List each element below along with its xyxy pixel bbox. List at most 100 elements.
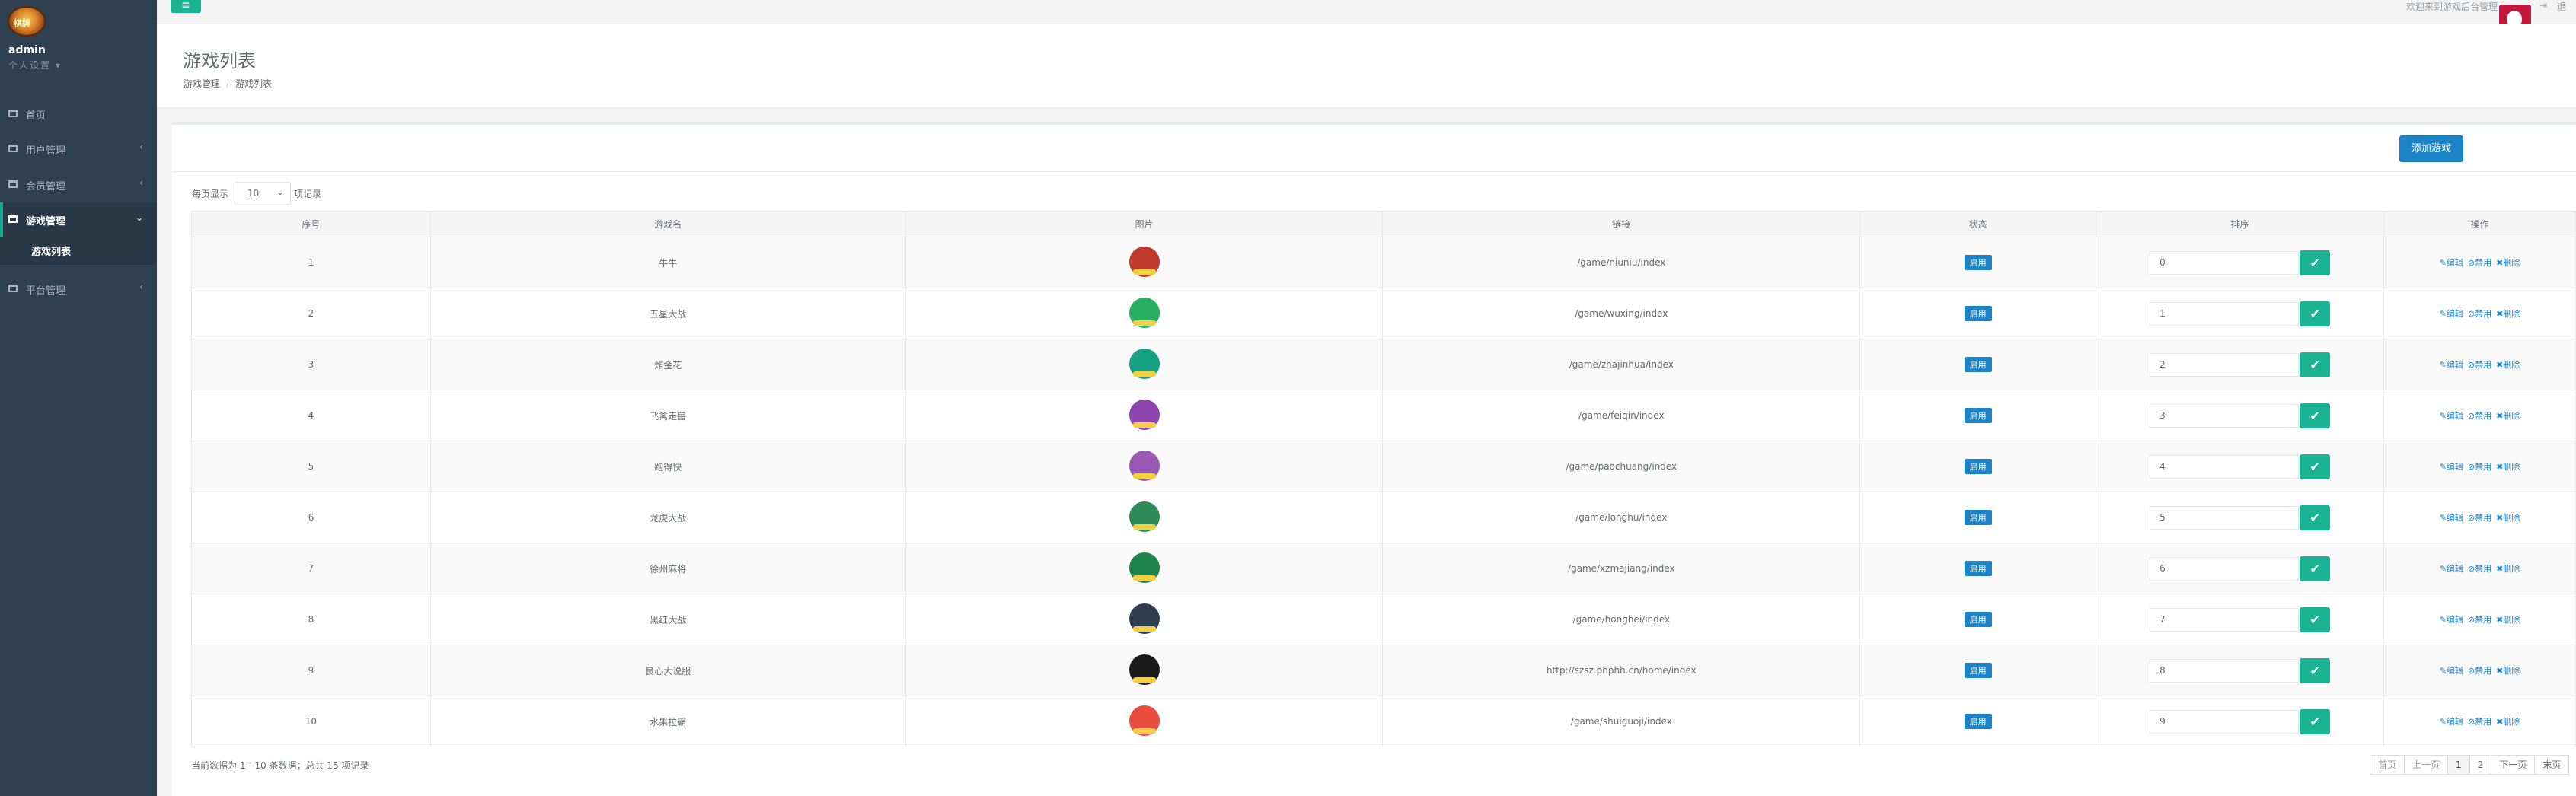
game-thumbnail bbox=[1128, 246, 1160, 277]
pagination-last[interactable]: 末页 bbox=[2534, 755, 2570, 775]
edit-link[interactable]: ✎编辑 bbox=[2440, 513, 2463, 523]
edit-link[interactable]: ✎编辑 bbox=[2440, 462, 2463, 472]
add-game-button[interactable]: 添加游戏 bbox=[2399, 135, 2463, 162]
status-badge[interactable]: 启用 bbox=[1964, 612, 1992, 627]
app-logo[interactable]: 棋牌 bbox=[8, 6, 46, 37]
delete-link[interactable]: ✖删除 bbox=[2496, 615, 2520, 625]
breadcrumb-item[interactable]: 游戏管理 bbox=[184, 78, 220, 89]
pagination-next[interactable]: 下一页 bbox=[2491, 755, 2536, 775]
confirm-sort-button[interactable]: ✔ bbox=[2300, 657, 2331, 683]
status-badge[interactable]: 启用 bbox=[1964, 357, 1992, 372]
confirm-sort-button[interactable]: ✔ bbox=[2300, 454, 2331, 479]
menu-toggle-button[interactable]: ≡ bbox=[171, 0, 201, 13]
logout-link[interactable]: 退 bbox=[2557, 0, 2566, 13]
delete-link[interactable]: ✖删除 bbox=[2496, 666, 2520, 676]
confirm-sort-button[interactable]: ✔ bbox=[2300, 708, 2331, 734]
status-badge[interactable]: 启用 bbox=[1964, 255, 1992, 270]
column-header-status[interactable]: 状态 bbox=[1859, 211, 2097, 237]
sidebar-item-games[interactable]: 游戏管理 ⌄ bbox=[0, 202, 157, 237]
disable-link[interactable]: ⊘禁用 bbox=[2468, 462, 2491, 472]
column-header-image[interactable]: 图片 bbox=[905, 211, 1384, 237]
sidebar-item-users[interactable]: 用户管理 ‹ bbox=[0, 132, 157, 167]
delete-link[interactable]: ✖删除 bbox=[2496, 360, 2520, 370]
status-badge[interactable]: 启用 bbox=[1964, 561, 1992, 576]
status-badge[interactable]: 启用 bbox=[1964, 663, 1992, 678]
edit-link[interactable]: ✎编辑 bbox=[2440, 717, 2463, 727]
cell-id: 2 bbox=[191, 288, 431, 339]
delete-link[interactable]: ✖删除 bbox=[2496, 462, 2520, 472]
cell-status: 启用 bbox=[1859, 492, 2097, 543]
pagination-page[interactable]: 1 bbox=[2447, 755, 2470, 775]
delete-link[interactable]: ✖删除 bbox=[2496, 309, 2520, 319]
sidebar-subitem-game-list[interactable]: 游戏列表 bbox=[0, 237, 157, 265]
cell-status: 启用 bbox=[1859, 390, 2097, 441]
confirm-sort-button[interactable]: ✔ bbox=[2300, 301, 2331, 326]
disable-link[interactable]: ⊘禁用 bbox=[2468, 360, 2491, 370]
delete-link[interactable]: ✖删除 bbox=[2496, 564, 2520, 574]
sort-input[interactable] bbox=[2150, 352, 2300, 377]
game-thumbnail bbox=[1128, 399, 1160, 430]
column-header-id[interactable]: 序号 bbox=[191, 211, 431, 237]
status-badge[interactable]: 启用 bbox=[1964, 408, 1992, 423]
delete-link[interactable]: ✖删除 bbox=[2496, 258, 2520, 268]
divider bbox=[172, 171, 2576, 172]
disable-link[interactable]: ⊘禁用 bbox=[2468, 717, 2491, 727]
status-badge[interactable]: 启用 bbox=[1964, 306, 1992, 321]
pagination-prev[interactable]: 上一页 bbox=[2404, 755, 2449, 775]
confirm-sort-button[interactable]: ✔ bbox=[2300, 352, 2331, 377]
disable-link[interactable]: ⊘禁用 bbox=[2468, 564, 2491, 574]
cell-link: /game/xzmajiang/index bbox=[1382, 543, 1861, 594]
sidebar-item-members[interactable]: 会员管理 ‹ bbox=[0, 167, 157, 202]
confirm-sort-button[interactable]: ✔ bbox=[2300, 403, 2331, 428]
sort-input[interactable] bbox=[2150, 505, 2300, 530]
disable-link[interactable]: ⊘禁用 bbox=[2468, 666, 2491, 676]
cell-image bbox=[905, 696, 1384, 747]
confirm-sort-button[interactable]: ✔ bbox=[2300, 556, 2331, 581]
column-header-link[interactable]: 链接 bbox=[1382, 211, 1861, 237]
confirm-sort-button[interactable]: ✔ bbox=[2300, 607, 2331, 632]
game-thumbnail bbox=[1128, 654, 1160, 685]
delete-link[interactable]: ✖删除 bbox=[2496, 411, 2520, 421]
sort-input[interactable] bbox=[2150, 454, 2300, 479]
sort-input[interactable] bbox=[2150, 301, 2300, 326]
confirm-sort-button[interactable]: ✔ bbox=[2300, 250, 2331, 275]
sort-input[interactable] bbox=[2150, 709, 2300, 734]
disable-link[interactable]: ⊘禁用 bbox=[2468, 615, 2491, 625]
table-row: 7徐州麻将/game/xzmajiang/index 启用 ✔ ✎编辑 ⊘禁用 ✖删除 bbox=[191, 543, 2576, 594]
disable-link[interactable]: ⊘禁用 bbox=[2468, 258, 2491, 268]
sidebar-item-label: 平台管理 bbox=[26, 285, 66, 297]
page-length-select[interactable]: 10 ⌄ bbox=[235, 182, 291, 205]
column-header-sort[interactable]: 排序 bbox=[2096, 211, 2385, 237]
disable-link[interactable]: ⊘禁用 bbox=[2468, 411, 2491, 421]
edit-link[interactable]: ✎编辑 bbox=[2440, 360, 2463, 370]
pagination-first[interactable]: 首页 bbox=[2370, 755, 2405, 775]
edit-link[interactable]: ✎编辑 bbox=[2440, 309, 2463, 319]
status-badge[interactable]: 启用 bbox=[1964, 459, 1992, 474]
disable-link[interactable]: ⊘禁用 bbox=[2468, 309, 2491, 319]
delete-link[interactable]: ✖删除 bbox=[2496, 717, 2520, 727]
delete-link[interactable]: ✖删除 bbox=[2496, 513, 2520, 523]
disable-link[interactable]: ⊘禁用 bbox=[2468, 513, 2491, 523]
confirm-sort-button[interactable]: ✔ bbox=[2300, 505, 2331, 530]
status-badge[interactable]: 启用 bbox=[1964, 714, 1992, 729]
sort-input[interactable] bbox=[2150, 250, 2300, 275]
status-badge[interactable]: 启用 bbox=[1964, 510, 1992, 525]
pagination-page[interactable]: 2 bbox=[2469, 755, 2492, 775]
column-header-name[interactable]: 游戏名 bbox=[429, 211, 906, 237]
sort-input[interactable] bbox=[2150, 556, 2300, 581]
edit-link[interactable]: ✎编辑 bbox=[2440, 258, 2463, 268]
edit-link[interactable]: ✎编辑 bbox=[2440, 666, 2463, 676]
cell-link: /game/shuiguoji/index bbox=[1382, 696, 1861, 747]
sidebar-item-home[interactable]: 首页 bbox=[0, 97, 157, 132]
profile-settings-dropdown[interactable]: 个人设置 ▾ bbox=[8, 59, 62, 72]
sort-input[interactable] bbox=[2150, 658, 2300, 683]
sort-input[interactable] bbox=[2150, 403, 2300, 428]
edit-link[interactable]: ✎编辑 bbox=[2440, 411, 2463, 421]
logout-icon[interactable]: ⇥ bbox=[2539, 0, 2547, 11]
edit-link[interactable]: ✎编辑 bbox=[2440, 615, 2463, 625]
sidebar-item-platform[interactable]: 平台管理 ‹ bbox=[0, 272, 157, 307]
edit-link[interactable]: ✎编辑 bbox=[2440, 564, 2463, 574]
cell-id: 5 bbox=[191, 441, 431, 492]
sort-input[interactable] bbox=[2150, 607, 2300, 632]
cell-actions: ✎编辑 ⊘禁用 ✖删除 bbox=[2383, 543, 2576, 594]
